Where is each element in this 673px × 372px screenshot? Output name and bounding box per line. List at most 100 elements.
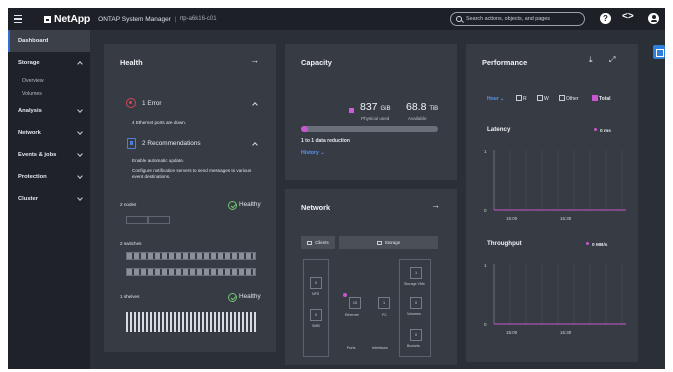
checkbox-total[interactable] <box>592 95 598 101</box>
api-code-icon[interactable]: <> <box>622 11 634 22</box>
network-panel: Network → Clients Storage 0 NFS 0 SMB 10… <box>285 189 457 365</box>
app-window: NetApp ONTAP System Manager | rtp-a6k16-… <box>8 8 665 369</box>
sidebar-item-label: Analysis <box>18 108 42 114</box>
chevron-up-icon[interactable] <box>252 142 258 148</box>
help-icon[interactable]: ? <box>600 13 611 24</box>
netapp-logo-mark <box>44 15 51 23</box>
switch-graphic <box>126 268 256 276</box>
sidebar-item-network[interactable]: Network <box>8 122 90 144</box>
throughput-title: Throughput <box>487 240 522 247</box>
chevron-down-icon <box>77 173 83 179</box>
nfs-label: NFS <box>312 292 320 296</box>
throughput-legend-dot <box>586 242 589 245</box>
check-other[interactable]: Other <box>559 95 579 102</box>
latency-legend-dot <box>594 128 597 131</box>
performance-panel: Performance ⤓ ⤢ Hour ⌄ R W Other Total L… <box>466 44 638 362</box>
recommendations-title[interactable]: 2 Recommendations <box>142 140 201 147</box>
capacity-bar-fill <box>301 126 308 132</box>
smb-count[interactable]: 0 <box>310 309 322 321</box>
history-label: History <box>301 150 319 156</box>
netapp-logo[interactable]: NetApp <box>44 13 90 25</box>
buckets-label: Buckets <box>407 344 420 348</box>
volumes-count[interactable]: 0 <box>410 297 422 309</box>
chevron-down-icon <box>77 195 83 201</box>
sidebar-item-events-jobs[interactable]: Events & jobs <box>8 144 90 166</box>
y-tick-label: 1 <box>484 149 487 154</box>
buckets-count[interactable]: 0 <box>410 329 422 341</box>
error-icon <box>126 98 136 108</box>
arrow-right-icon[interactable]: → <box>431 200 440 210</box>
menu-icon[interactable] <box>8 8 28 30</box>
user-icon[interactable] <box>648 13 659 24</box>
used-value: 837 <box>360 101 378 113</box>
tab-storage[interactable]: Storage <box>339 236 438 249</box>
capacity-bar <box>301 126 438 132</box>
check-total[interactable]: Total <box>592 95 611 102</box>
port-status-dot <box>343 293 347 297</box>
protocols-column <box>303 259 329 357</box>
expand-icon[interactable]: ⤢ <box>609 55 615 65</box>
throughput-value-text: 0 MB/s <box>592 243 608 248</box>
ethernet-count[interactable]: 10 <box>349 297 361 309</box>
search-input[interactable]: Search actions, objects, and pages <box>450 12 585 26</box>
check-write-label: W <box>544 96 549 102</box>
error-title[interactable]: 1 Error <box>142 100 162 107</box>
arrow-right-icon[interactable]: → <box>250 55 259 65</box>
capacity-title: Capacity <box>301 58 332 67</box>
sidebar-item-label: Network <box>18 130 41 136</box>
available-label: Available <box>408 116 427 121</box>
recommendation-item[interactable]: Configure notification servers to send m… <box>132 168 260 180</box>
chevron-up-icon <box>77 61 83 67</box>
node-graphic <box>148 216 170 224</box>
fc-count[interactable]: 1 <box>378 297 390 309</box>
available-capacity: 68.8 TiB <box>406 101 438 113</box>
x-tick-label: 15:30 <box>560 330 572 335</box>
sidebar-item-protection[interactable]: Protection <box>8 166 90 188</box>
check-total-label: Total <box>599 96 611 102</box>
sidebar-item-analysis[interactable]: Analysis <box>8 100 90 122</box>
search-placeholder: Search actions, objects, and pages <box>466 16 550 22</box>
checkbox-write[interactable] <box>537 95 543 101</box>
sidebar-subitem-overview[interactable]: Overview <box>8 74 90 87</box>
ethernet-label: Ethernet <box>345 313 359 317</box>
throughput-chart: 1 0 15:00 15:30 <box>484 263 626 335</box>
shelves-status: Healthy <box>239 293 261 300</box>
nfs-count[interactable]: 0 <box>310 277 322 289</box>
check-write[interactable]: W <box>537 95 549 102</box>
sidebar-item-dashboard[interactable]: Dashboard <box>8 30 90 52</box>
x-tick-label: 15:00 <box>506 216 518 221</box>
sidebar-item-label: Storage <box>18 60 40 66</box>
latency-title: Latency <box>487 126 511 133</box>
sidebar-item-label: Dashboard <box>18 38 49 44</box>
checkbox-read[interactable] <box>516 95 522 101</box>
nodes-status: Healthy <box>239 201 261 208</box>
time-range-select[interactable]: Hour ⌄ <box>487 96 504 102</box>
x-tick-label: 15:00 <box>506 330 518 335</box>
calendar-icon[interactable] <box>653 45 665 59</box>
checkbox-other[interactable] <box>559 95 565 101</box>
storage-icon <box>376 240 382 245</box>
recommendation-icon <box>127 138 136 149</box>
chevron-up-icon[interactable] <box>252 102 258 108</box>
shelves-label: 1 shelves <box>120 294 140 299</box>
clients-icon <box>307 240 313 245</box>
top-bar: NetApp ONTAP System Manager | rtp-a6k16-… <box>8 8 665 30</box>
sidebar-item-storage[interactable]: Storage <box>8 52 90 74</box>
sidebar-item-label: Protection <box>18 174 47 180</box>
health-title: Health <box>120 58 143 67</box>
error-detail: 4 Ethernet ports are down. <box>132 120 187 125</box>
health-panel: Health → 1 Error 4 Ethernet ports are do… <box>104 44 276 352</box>
search-icon <box>456 16 462 22</box>
check-read[interactable]: R <box>516 95 527 102</box>
latency-value-text: 0 ms <box>600 129 611 134</box>
shelf-disks-graphic <box>126 312 258 332</box>
storage-vms-count[interactable]: 1 <box>410 267 422 279</box>
switches-label: 2 switches <box>120 241 142 246</box>
sidebar-subitem-volumes[interactable]: Volumes <box>8 87 90 100</box>
sidebar-item-label: Cluster <box>18 196 38 202</box>
history-link[interactable]: History ⌄ <box>301 150 325 156</box>
tab-clients[interactable]: Clients <box>301 236 335 249</box>
recommendation-item[interactable]: Enable automatic update. <box>132 158 262 164</box>
download-icon[interactable]: ⤓ <box>589 55 593 65</box>
sidebar-item-cluster[interactable]: Cluster <box>8 188 90 210</box>
